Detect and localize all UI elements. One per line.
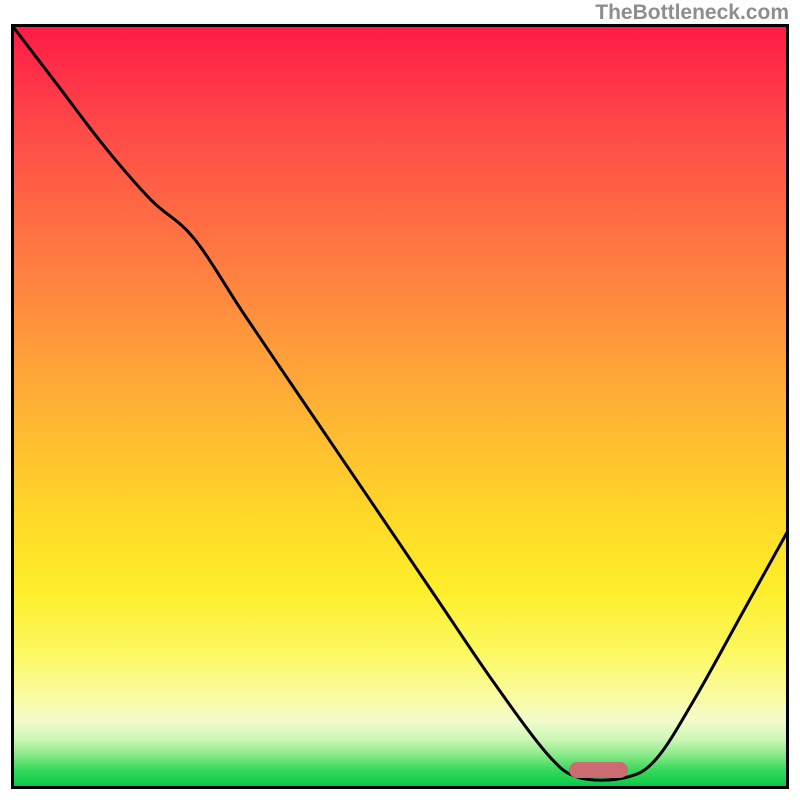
- chart-frame: [11, 24, 789, 789]
- plot-area: [11, 24, 789, 789]
- gradient-background: [11, 24, 789, 789]
- watermark-text: TheBottleneck.com: [595, 1, 789, 25]
